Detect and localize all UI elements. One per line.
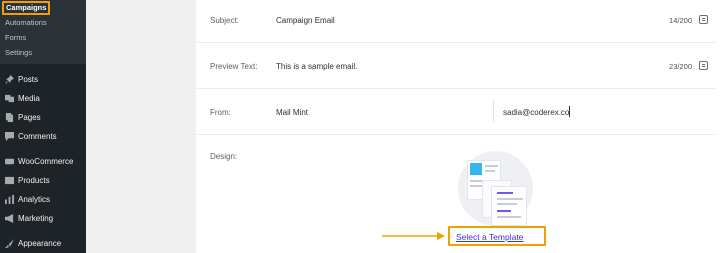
campaigns-highlight: Campaigns [2, 1, 51, 15]
menu-label-posts: Posts [18, 75, 39, 84]
submenu-item-automations[interactable]: Automations [0, 15, 86, 30]
megaphone-icon [4, 214, 14, 224]
campaign-form-panel: Subject: Campaign Email 14/200 Preview T… [196, 0, 726, 253]
design-label: Design: [210, 152, 238, 161]
pushpin-icon [4, 75, 14, 85]
menu-label-marketing: Marketing [18, 214, 54, 223]
text-cursor [569, 106, 570, 117]
menu-item-appearance[interactable]: Appearance [0, 234, 86, 253]
menu-item-products[interactable]: Products [0, 171, 86, 190]
pointer-arrow-icon [382, 232, 445, 240]
menu-item-posts[interactable]: Posts [0, 70, 86, 89]
menu-label-woocommerce: WooCommerce [18, 157, 74, 166]
menu-item-media[interactable]: Media [0, 89, 86, 108]
comment-icon [4, 132, 14, 142]
menu-label-analytics: Analytics [18, 195, 51, 204]
menu-item-woocommerce[interactable]: WooCommerce [0, 152, 86, 171]
menu-label-products: Products [18, 176, 50, 185]
from-row: From: Mail Mint [196, 89, 716, 135]
submenu-item-forms[interactable]: Forms [0, 30, 86, 45]
from-name-input[interactable]: Mail Mint [276, 108, 308, 117]
mail-mint-submenu: Campaigns Automations Forms Settings [0, 0, 86, 64]
menu-item-analytics[interactable]: Analytics [0, 190, 86, 209]
subject-label: Subject: [210, 16, 239, 25]
preview-text-label: Preview Text: [210, 62, 258, 71]
menu-label-comments: Comments [18, 132, 57, 141]
main-content: Subject: Campaign Email 14/200 Preview T… [86, 0, 726, 253]
analytics-icon [4, 195, 14, 205]
woocommerce-icon [4, 157, 14, 167]
subject-char-count: 14/200 [669, 16, 692, 25]
menu-item-comments[interactable]: Comments [0, 127, 86, 146]
template-doc-front [491, 186, 527, 226]
select-template-link[interactable]: Select a Template [456, 232, 523, 242]
menu-item-marketing[interactable]: Marketing [0, 209, 86, 228]
from-divider [493, 100, 494, 122]
menu-item-pages[interactable]: Pages [0, 108, 86, 127]
preview-text-char-count: 23/200 [669, 62, 692, 71]
admin-sidebar: Campaigns Automations Forms Settings Pos… [0, 0, 86, 253]
from-label: From: [210, 108, 231, 117]
preview-merge-tag-icon[interactable] [699, 61, 708, 70]
submenu-item-settings[interactable]: Settings [0, 45, 86, 60]
subject-input[interactable]: Campaign Email [276, 16, 335, 25]
media-icon [4, 94, 14, 104]
select-template-highlight: Select a Template [448, 226, 546, 246]
from-email-input[interactable]: sadia@coderex.co [503, 108, 569, 117]
products-icon [4, 176, 14, 186]
brush-icon [4, 239, 14, 249]
preview-text-input[interactable]: This is a sample email. [276, 62, 357, 71]
pages-icon [4, 113, 14, 123]
preview-text-row: Preview Text: This is a sample email. 23… [196, 43, 716, 89]
menu-label-appearance: Appearance [18, 239, 62, 248]
menu-label-media: Media [18, 94, 40, 103]
subject-merge-tag-icon[interactable] [699, 15, 708, 24]
subject-row: Subject: Campaign Email 14/200 [196, 0, 716, 43]
menu-label-pages: Pages [18, 113, 41, 122]
submenu-item-campaigns[interactable]: Campaigns [0, 0, 86, 15]
